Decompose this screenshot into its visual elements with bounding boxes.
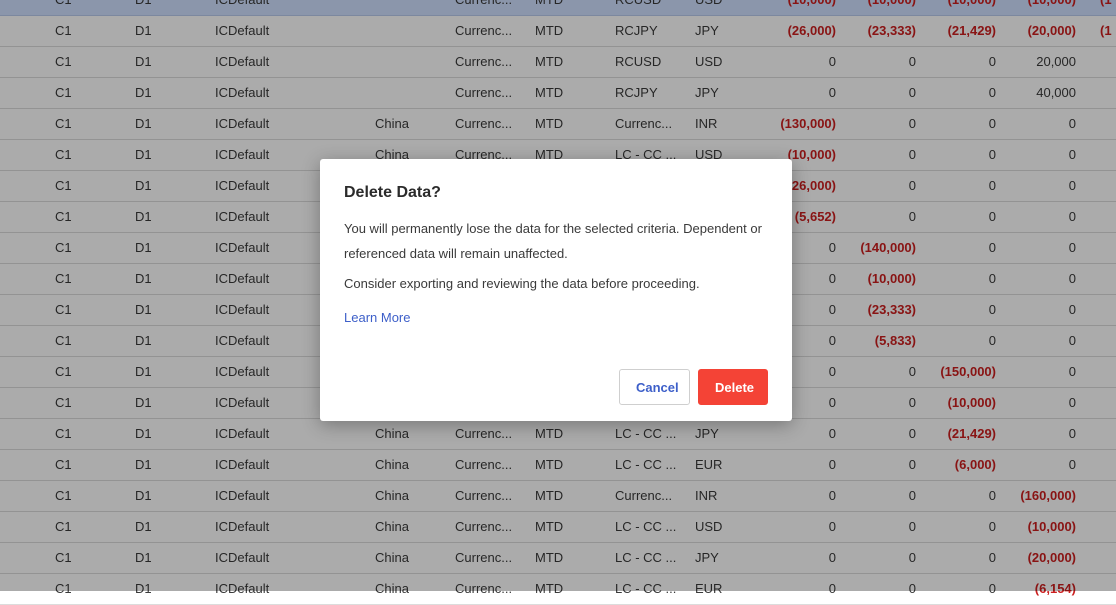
dialog-advice: Consider exporting and reviewing the dat… <box>344 276 700 291</box>
dialog-title: Delete Data? <box>344 184 441 201</box>
learn-more-link[interactable]: Learn More <box>344 310 410 325</box>
cancel-button[interactable]: Cancel <box>619 369 690 405</box>
delete-button[interactable]: Delete <box>698 369 768 405</box>
delete-data-dialog: Delete Data? You will permanently lose t… <box>320 159 792 421</box>
dialog-actions: Cancel Delete <box>619 369 768 405</box>
dialog-message: You will permanently lose the data for t… <box>344 221 762 261</box>
